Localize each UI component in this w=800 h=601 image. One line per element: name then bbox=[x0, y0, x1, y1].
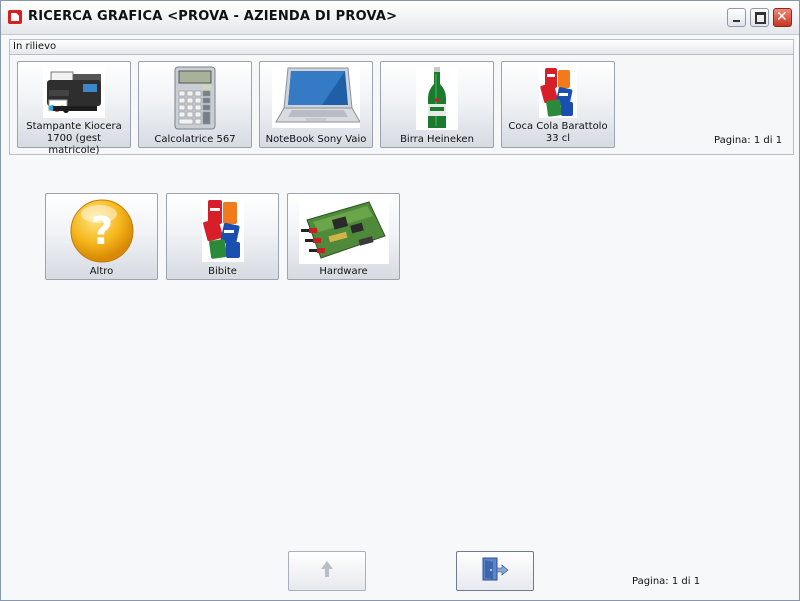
featured-item-label: Calcolatrice 567 bbox=[154, 134, 236, 145]
svg-text:?: ? bbox=[90, 209, 112, 253]
soda-cans-icon bbox=[539, 66, 577, 118]
featured-item-beer[interactable]: Birra Heineken bbox=[380, 61, 494, 148]
featured-section-header: In rilievo bbox=[9, 39, 794, 55]
laptop-icon bbox=[272, 66, 360, 128]
exit-button[interactable] bbox=[456, 551, 534, 591]
maximize-button[interactable] bbox=[750, 8, 769, 27]
featured-section-label: In rilievo bbox=[13, 41, 57, 52]
window-title: RICERCA GRAFICA <PROVA - AZIENDA DI PROV… bbox=[28, 9, 398, 24]
featured-item-label: Stampante Kiocera 1700 (gest matricole) bbox=[26, 121, 122, 156]
featured-item-soda[interactable]: Coca Cola Barattolo 33 cl bbox=[501, 61, 615, 148]
close-button[interactable]: ✕ bbox=[773, 8, 792, 27]
exit-door-icon bbox=[481, 557, 509, 585]
featured-item-label: NoteBook Sony Vaio bbox=[265, 134, 367, 145]
featured-panel: Stampante Kiocera 1700 (gest matricole) bbox=[9, 54, 794, 156]
app-window: RICERCA GRAFICA <PROVA - AZIENDA DI PROV… bbox=[0, 0, 800, 601]
printer-icon bbox=[43, 66, 105, 118]
featured-item-label: Birra Heineken bbox=[400, 134, 474, 145]
categories-pagination: Pagina: 1 di 1 bbox=[632, 576, 701, 587]
up-button[interactable] bbox=[288, 551, 366, 591]
circuit-board-icon bbox=[298, 198, 389, 264]
title-bar[interactable]: RICERCA GRAFICA <PROVA - AZIENDA DI PROV… bbox=[1, 1, 799, 35]
soda-cans-icon bbox=[201, 198, 244, 262]
featured-item-printer[interactable]: Stampante Kiocera 1700 (gest matricole) bbox=[17, 61, 131, 156]
category-item-bibite[interactable]: Bibite bbox=[166, 193, 279, 280]
featured-item-laptop[interactable]: NoteBook Sony Vaio bbox=[259, 61, 373, 148]
app-logo-icon bbox=[8, 10, 22, 24]
question-icon: ? bbox=[69, 198, 135, 264]
featured-pagination: Pagina: 1 di 1 bbox=[714, 135, 783, 146]
category-item-label: Hardware bbox=[319, 266, 368, 277]
minimize-button[interactable] bbox=[727, 8, 746, 27]
category-item-hardware[interactable]: Hardware bbox=[287, 193, 400, 280]
calculator-icon bbox=[174, 66, 216, 130]
arrow-up-icon bbox=[320, 560, 334, 582]
category-item-label: Bibite bbox=[208, 266, 237, 277]
featured-item-label: Coca Cola Barattolo 33 cl bbox=[508, 121, 608, 144]
featured-item-calculator[interactable]: Calcolatrice 567 bbox=[138, 61, 252, 148]
close-icon: ✕ bbox=[776, 9, 788, 25]
beer-bottle-icon bbox=[416, 66, 458, 130]
category-item-label: Altro bbox=[89, 266, 114, 277]
category-item-altro[interactable]: ? Altro bbox=[45, 193, 158, 280]
